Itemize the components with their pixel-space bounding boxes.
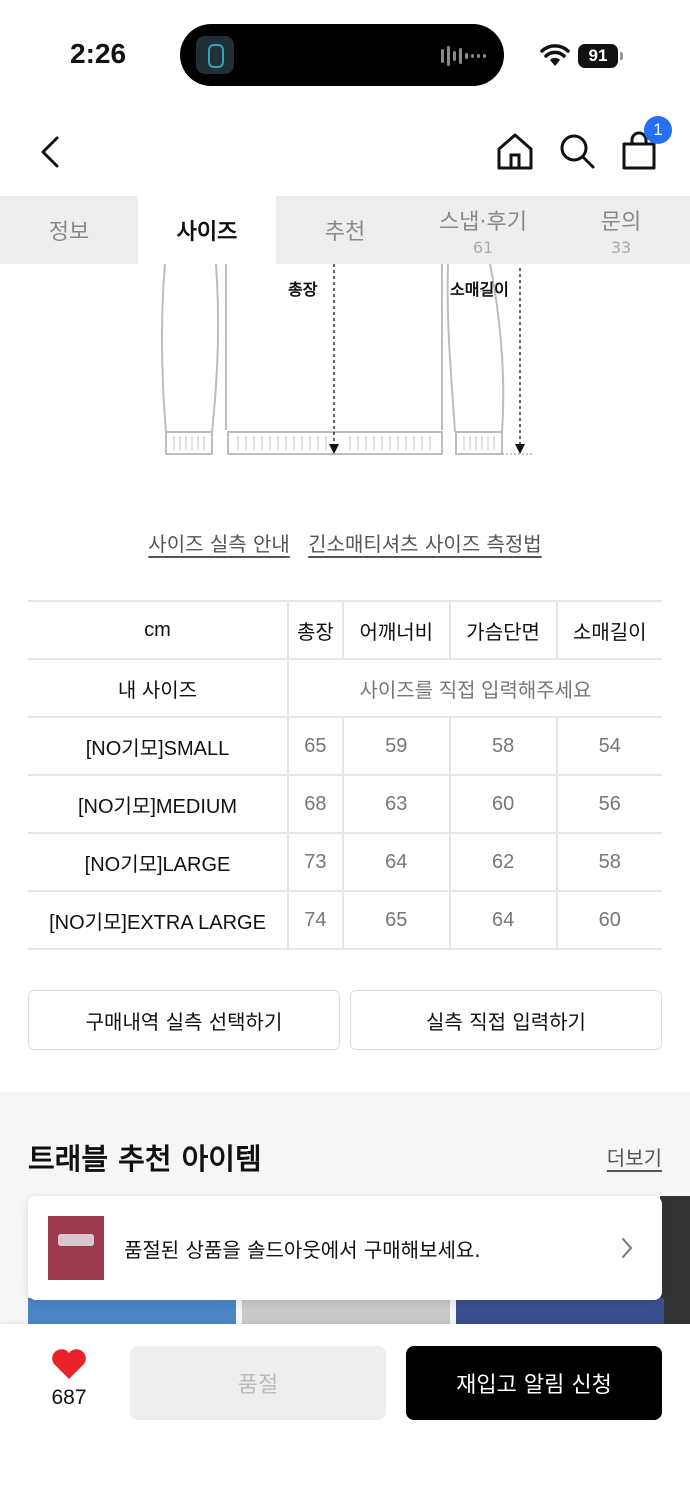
table-row: [NO기모]MEDIUM 68 63 60 56 bbox=[28, 774, 662, 834]
size-name: [NO기모]MEDIUM bbox=[28, 774, 289, 834]
direct-input-button[interactable]: 실측 직접 입력하기 bbox=[350, 990, 662, 1050]
size-value: 74 bbox=[288, 890, 343, 950]
measure-method-link[interactable]: 긴소매티셔츠 사이즈 측정법 bbox=[308, 532, 542, 556]
size-name: [NO기모]EXTRA LARGE bbox=[28, 890, 289, 950]
size-guide-links: 사이즈 실측 안내 긴소매티셔츠 사이즈 측정법 bbox=[0, 528, 690, 557]
size-value: 58 bbox=[555, 832, 662, 892]
tab-label: 사이즈 bbox=[176, 220, 238, 245]
product-image bbox=[48, 1216, 104, 1280]
banner-message: 품절된 상품을 솔드아웃에서 구매해보세요. bbox=[124, 1238, 481, 1262]
bottom-action-bar: 687 품절 재입고 알림 신청 bbox=[0, 1324, 690, 1500]
product-size-page: 2:26 91 1 정보 사이즈 추천 스냅·후기 61 문의 33 총장 소매… bbox=[0, 0, 690, 1500]
top-nav: 1 bbox=[0, 110, 690, 194]
size-value: 65 bbox=[288, 716, 343, 776]
size-value: 59 bbox=[341, 716, 450, 776]
size-table: cm 총장 어깨너비 가슴단면 소매길이 내 사이즈 사이즈를 직접 입력해주세… bbox=[28, 600, 662, 950]
column-header: 어깨너비 bbox=[341, 600, 450, 660]
size-value: 73 bbox=[288, 832, 343, 892]
cart-button[interactable]: 1 bbox=[618, 116, 672, 172]
size-guide-link[interactable]: 사이즈 실측 안내 bbox=[148, 532, 290, 556]
cart-count-badge: 1 bbox=[644, 116, 672, 144]
home-icon bbox=[497, 133, 533, 170]
tab-label: 정보 bbox=[48, 220, 90, 245]
my-size-row[interactable]: 내 사이즈 사이즈를 직접 입력해주세요 bbox=[28, 658, 662, 718]
search-button[interactable] bbox=[556, 130, 598, 172]
column-header: 총장 bbox=[288, 600, 343, 660]
size-value: 65 bbox=[341, 890, 450, 950]
table-row: [NO기모]LARGE 73 64 62 58 bbox=[28, 832, 662, 892]
tab-label: 추천 bbox=[324, 220, 366, 245]
like-button[interactable]: 687 bbox=[38, 1348, 100, 1410]
product-tabs: 정보 사이즈 추천 스냅·후기 61 문의 33 bbox=[0, 196, 690, 264]
size-value: 58 bbox=[448, 716, 557, 776]
status-bar: 2:26 91 bbox=[0, 0, 690, 100]
like-count: 687 bbox=[51, 1386, 87, 1409]
search-icon bbox=[560, 134, 595, 169]
more-link[interactable]: 더보기 bbox=[607, 1142, 662, 1171]
my-size-input-prompt[interactable]: 사이즈를 직접 입력해주세요 bbox=[288, 658, 662, 718]
tab-snap-review[interactable]: 스냅·후기 61 bbox=[414, 196, 552, 264]
size-diagram: 총장 소매길이 bbox=[150, 263, 550, 464]
tab-inquiry[interactable]: 문의 33 bbox=[552, 196, 690, 264]
tab-label: 문의 bbox=[600, 209, 642, 235]
size-value: 64 bbox=[448, 890, 557, 950]
tab-recommend[interactable]: 추천 bbox=[276, 196, 414, 264]
size-name: [NO기모]SMALL bbox=[28, 716, 289, 776]
table-row: [NO기모]SMALL 65 59 58 54 bbox=[28, 716, 662, 776]
battery-indicator: 91 bbox=[578, 44, 623, 68]
chevron-left-icon bbox=[41, 136, 59, 168]
soldout-market-banner[interactable]: 품절된 상품을 솔드아웃에서 구매해보세요. bbox=[28, 1196, 662, 1300]
tab-info[interactable]: 정보 bbox=[0, 196, 138, 264]
size-value: 68 bbox=[288, 774, 343, 834]
home-button[interactable] bbox=[494, 130, 536, 172]
size-value: 62 bbox=[448, 832, 557, 892]
column-header: 소매길이 bbox=[555, 600, 662, 660]
table-header-row: cm 총장 어깨너비 가슴단면 소매길이 bbox=[28, 600, 662, 660]
diagram-sleeve-label: 소매길이 bbox=[450, 280, 509, 299]
size-value: 60 bbox=[555, 890, 662, 950]
chevron-right-icon bbox=[622, 1238, 633, 1258]
diagram-length-label: 총장 bbox=[288, 280, 318, 299]
tab-label: 스냅·후기 bbox=[439, 209, 527, 235]
my-size-label: 내 사이즈 bbox=[28, 658, 289, 718]
status-time: 2:26 bbox=[70, 38, 127, 69]
size-name: [NO기모]LARGE bbox=[28, 832, 289, 892]
select-purchase-history-button[interactable]: 구매내역 실측 선택하기 bbox=[28, 990, 340, 1050]
recommend-title: 트래블 추천 아이템 bbox=[28, 1142, 262, 1176]
now-playing-artwork bbox=[196, 36, 234, 74]
column-header: 가슴단면 bbox=[448, 600, 557, 660]
tab-count: 61 bbox=[472, 237, 494, 257]
dynamic-island bbox=[180, 24, 504, 86]
tab-count: 33 bbox=[610, 237, 632, 257]
size-value: 63 bbox=[341, 774, 450, 834]
heart-icon bbox=[52, 1349, 86, 1379]
size-value: 56 bbox=[555, 774, 662, 834]
size-value: 60 bbox=[448, 774, 557, 834]
audio-wave-icon bbox=[441, 46, 486, 66]
back-button[interactable] bbox=[32, 132, 68, 172]
tab-size[interactable]: 사이즈 bbox=[138, 196, 276, 264]
size-value: 64 bbox=[341, 832, 450, 892]
wifi-icon bbox=[540, 44, 570, 66]
unit-header: cm bbox=[28, 600, 289, 660]
table-row: [NO기모]EXTRA LARGE 74 65 64 60 bbox=[28, 890, 662, 950]
soldout-button: 품절 bbox=[130, 1346, 386, 1420]
size-value: 54 bbox=[555, 716, 662, 776]
restock-notify-button[interactable]: 재입고 알림 신청 bbox=[406, 1346, 662, 1420]
